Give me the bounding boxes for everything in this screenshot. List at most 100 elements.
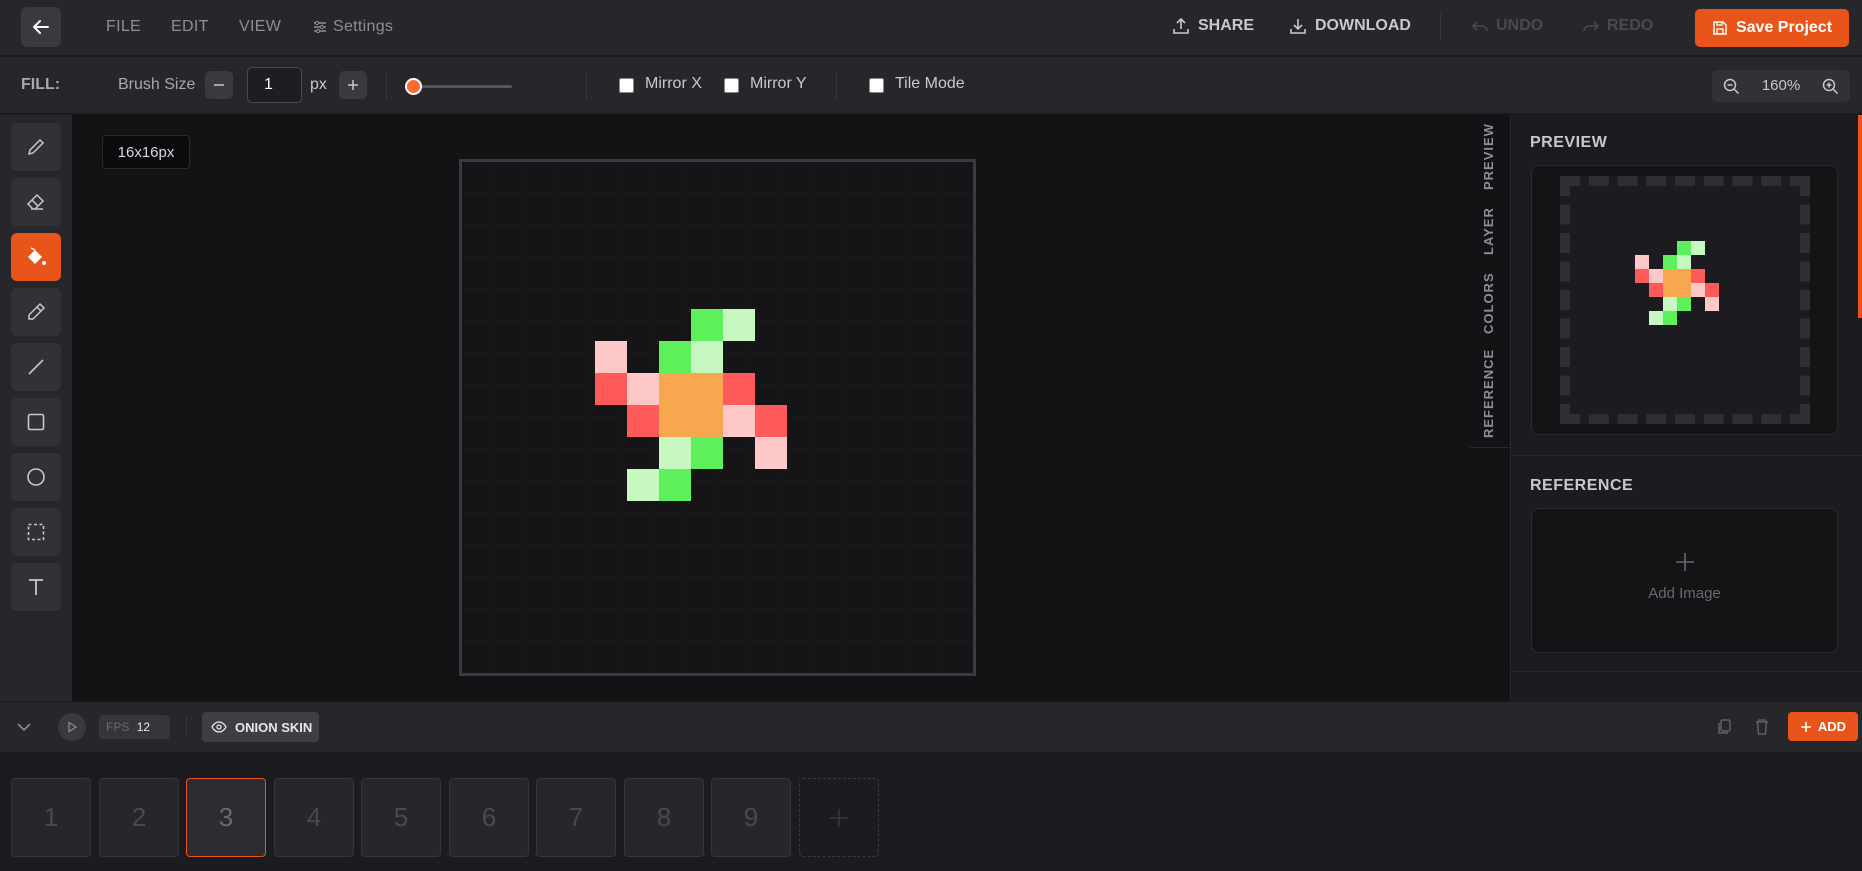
save-project-button[interactable]: Save Project bbox=[1695, 9, 1849, 47]
canvas-pixel bbox=[755, 405, 787, 437]
delete-frame-button[interactable] bbox=[1753, 718, 1771, 736]
eraser-tool[interactable] bbox=[11, 178, 61, 226]
undo-button[interactable]: UNDO bbox=[1472, 17, 1543, 35]
trash-icon bbox=[1756, 719, 1768, 735]
line-tool[interactable] bbox=[11, 343, 61, 391]
divider bbox=[386, 71, 387, 99]
menu-view[interactable]: VIEW bbox=[239, 18, 281, 36]
preview-pixel bbox=[1677, 255, 1691, 269]
opacity-slider-track[interactable] bbox=[412, 85, 512, 88]
fill-tool[interactable] bbox=[11, 233, 61, 281]
share-button[interactable]: SHARE bbox=[1172, 17, 1254, 35]
tab-preview[interactable]: PREVIEW bbox=[1481, 123, 1496, 190]
frame-thumbnail[interactable]: 8 bbox=[624, 778, 704, 857]
canvas-pixel bbox=[659, 469, 691, 501]
text-icon bbox=[29, 579, 43, 595]
minus-icon bbox=[214, 84, 224, 86]
frame-thumbnail[interactable]: 4 bbox=[274, 778, 354, 857]
circle-tool[interactable] bbox=[11, 453, 61, 501]
settings-button[interactable]: Settings bbox=[313, 18, 393, 36]
selection-icon bbox=[27, 523, 45, 541]
divider bbox=[586, 71, 587, 99]
tab-colors[interactable]: COLORS bbox=[1481, 272, 1496, 334]
canvas-pixel bbox=[627, 405, 659, 437]
rectangle-icon bbox=[27, 413, 45, 431]
chevron-down-icon bbox=[17, 723, 31, 732]
canvas-size-badge: 16x16px bbox=[102, 135, 190, 169]
fps-input[interactable]: FPS 12 bbox=[99, 715, 170, 739]
frame-thumbnail[interactable]: 6 bbox=[449, 778, 529, 857]
tool-palette bbox=[0, 115, 72, 701]
brush-size-increase-button[interactable] bbox=[339, 71, 367, 99]
preview-pixel bbox=[1705, 283, 1719, 297]
eyedropper-tool[interactable] bbox=[11, 288, 61, 336]
frame-thumbnail[interactable]: 3 bbox=[186, 778, 266, 857]
tile-mode-checkbox[interactable] bbox=[869, 78, 884, 93]
menu-file[interactable]: FILE bbox=[106, 18, 141, 36]
sliders-icon bbox=[314, 20, 326, 34]
play-button[interactable] bbox=[58, 713, 86, 741]
plus-icon bbox=[1800, 721, 1811, 732]
download-icon bbox=[1290, 19, 1306, 34]
download-button[interactable]: DOWNLOAD bbox=[1289, 17, 1411, 35]
eyedropper-icon bbox=[28, 302, 46, 320]
zoom-out-icon bbox=[1723, 78, 1739, 94]
menu-edit[interactable]: EDIT bbox=[171, 18, 209, 36]
mirror-x-checkbox[interactable] bbox=[619, 78, 634, 93]
back-button[interactable] bbox=[21, 7, 61, 47]
frame-thumbnail[interactable]: 1 bbox=[11, 778, 91, 857]
brush-size-input[interactable]: 1 bbox=[247, 67, 302, 103]
tab-reference[interactable]: REFERENCE bbox=[1481, 349, 1496, 438]
save-label: Save Project bbox=[1735, 19, 1833, 36]
reference-dropzone[interactable]: Add Image bbox=[1531, 508, 1838, 653]
frame-thumbnail[interactable]: 5 bbox=[361, 778, 441, 857]
zoom-level: 160% bbox=[1761, 77, 1801, 94]
canvas-pixel bbox=[691, 437, 723, 469]
duplicate-frame-button[interactable] bbox=[1716, 718, 1734, 736]
preview-canvas bbox=[1560, 176, 1810, 424]
canvas-pixel bbox=[691, 405, 723, 437]
preview-pixel bbox=[1677, 269, 1691, 283]
canvas-pixel bbox=[723, 309, 755, 341]
frame-thumbnail[interactable]: 7 bbox=[536, 778, 616, 857]
mirror-y-checkbox[interactable] bbox=[724, 78, 739, 93]
rectangle-tool[interactable] bbox=[11, 398, 61, 446]
panel-scrollbar[interactable] bbox=[1858, 115, 1862, 318]
top-bar: FILE EDIT VIEW Settings SHARE DOWNLOAD U… bbox=[0, 0, 1862, 56]
selection-tool[interactable] bbox=[11, 508, 61, 556]
frame-thumbnail[interactable]: 2 bbox=[99, 778, 179, 857]
fps-value: 12 bbox=[136, 720, 151, 734]
copy-icon bbox=[1718, 719, 1731, 734]
pencil-icon bbox=[27, 138, 45, 156]
redo-label: REDO bbox=[1607, 17, 1654, 34]
opacity-slider-handle[interactable] bbox=[405, 78, 422, 95]
mirror-y-label: Mirror Y bbox=[750, 75, 807, 92]
canvas-pixel bbox=[723, 405, 755, 437]
tab-layer[interactable]: LAYER bbox=[1481, 207, 1496, 255]
preview-pixel bbox=[1691, 269, 1705, 283]
pencil-tool[interactable] bbox=[11, 123, 61, 171]
redo-button[interactable]: REDO bbox=[1583, 17, 1653, 35]
pixel-canvas[interactable] bbox=[459, 159, 976, 676]
zoom-out-button[interactable] bbox=[1715, 70, 1747, 102]
zoom-in-button[interactable] bbox=[1814, 70, 1846, 102]
text-tool[interactable] bbox=[11, 563, 61, 611]
add-frame-slot[interactable] bbox=[799, 778, 879, 857]
preview-pixel bbox=[1677, 241, 1691, 255]
add-frame-button[interactable]: ADD bbox=[1788, 712, 1858, 741]
preview-pixel bbox=[1677, 297, 1691, 311]
preview-pixel bbox=[1663, 297, 1677, 311]
plus-icon bbox=[1532, 551, 1837, 573]
canvas-pixel bbox=[691, 373, 723, 405]
preview-pixel bbox=[1663, 311, 1677, 325]
settings-label: Settings bbox=[333, 18, 394, 35]
canvas-pixel bbox=[723, 373, 755, 405]
frame-thumbnail[interactable]: 9 bbox=[711, 778, 791, 857]
preview-pixel bbox=[1649, 283, 1663, 297]
divider bbox=[836, 71, 837, 99]
plus-icon bbox=[830, 808, 848, 827]
collapse-button[interactable] bbox=[14, 717, 34, 737]
brush-size-decrease-button[interactable] bbox=[205, 71, 233, 99]
preview-pixel bbox=[1649, 311, 1663, 325]
onion-skin-toggle[interactable]: ONION SKIN bbox=[202, 712, 319, 742]
